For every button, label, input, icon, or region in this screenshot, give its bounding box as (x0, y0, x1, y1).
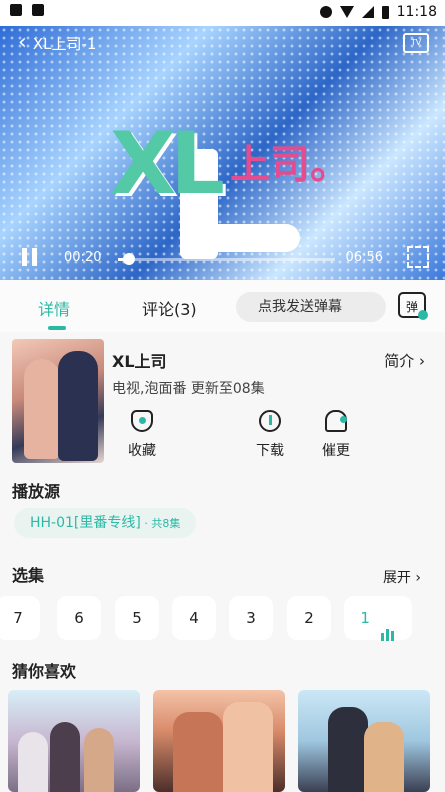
danmu-input[interactable]: 点我发送弹幕 (236, 292, 386, 322)
status-time: 11:18 (396, 4, 437, 20)
anime-info: XL上司 电视,泡面番 更新至08集 简介 › 收藏 下载 催更 (0, 332, 445, 472)
episode-2[interactable]: 2 (287, 596, 331, 640)
tab-indicator (48, 326, 66, 330)
episode-5[interactable]: 5 (115, 596, 159, 640)
rec3-figure-b (364, 722, 404, 792)
player-top-bar: ‹ XL上司-1 (0, 26, 445, 60)
tab-comments[interactable]: 评论(3) (142, 296, 197, 320)
danmu-toggle-button[interactable]: 弹 (398, 292, 428, 320)
rec3-figure-a (328, 707, 368, 792)
source-label: HH-01[里番专线] (30, 515, 141, 531)
danmu-label: 弹 (405, 300, 418, 314)
recommend-item[interactable] (298, 690, 430, 792)
duration: 06:56 (345, 250, 383, 265)
urge-update-button[interactable]: 催更 (314, 410, 358, 460)
rec2-figure-b (223, 702, 273, 792)
favorite-button[interactable]: 收藏 (120, 410, 164, 460)
progress-bar[interactable] (118, 253, 335, 265)
rec1-figure-b (50, 722, 80, 792)
status-bar: 11:18 (0, 0, 445, 26)
anime-logo: XL 上司。 (110, 104, 370, 259)
tab-bar: 详情 评论(3) 点我发送弹幕 弹 (0, 280, 445, 332)
pause-icon[interactable] (22, 248, 38, 266)
rec1-figure-c (84, 728, 114, 792)
fullscreen-icon[interactable] (407, 246, 429, 268)
image-notification-icon (10, 4, 22, 16)
episode-4[interactable]: 4 (172, 596, 216, 640)
bell-icon (325, 410, 347, 432)
episode-3[interactable]: 3 (229, 596, 273, 640)
wifi-icon (339, 6, 354, 18)
current-time: 00:20 (64, 250, 102, 265)
danmu-on-icon (418, 310, 428, 320)
source-section-title: 播放源 (12, 482, 61, 501)
playing-icon (380, 597, 396, 641)
cover-figure-man (58, 351, 98, 461)
episode-1[interactable]: 1 (344, 596, 412, 641)
favorite-label: 收藏 (128, 443, 156, 459)
source-count: · 共8集 (140, 517, 181, 530)
download-icon (259, 410, 281, 432)
back-icon[interactable]: ‹ (18, 32, 27, 54)
recommend-section-title: 猜你喜欢 (12, 662, 77, 681)
recommend-list (0, 690, 445, 792)
anime-meta: 电视,泡面番 更新至08集 (112, 381, 265, 397)
intro-button[interactable]: 简介 › (384, 350, 425, 371)
episode-1-label: 1 (360, 609, 370, 627)
cast-tv-icon[interactable]: TV (403, 33, 429, 53)
player-controls: 00:20 06:56 (0, 234, 445, 280)
urge-label: 催更 (322, 443, 350, 459)
battery-icon (381, 5, 389, 19)
video-player[interactable]: XL 上司。 ‹ XL上司-1 TV 00:20 06:56 (0, 26, 445, 280)
episode-6[interactable]: 6 (57, 596, 101, 640)
signal-icon (361, 6, 374, 18)
anime-cover[interactable] (12, 339, 104, 463)
download-label: 下载 (256, 443, 284, 459)
source-chip[interactable]: HH-01[里番专线] · 共8集 (14, 508, 196, 538)
episode-7[interactable]: 7 (0, 596, 40, 640)
recommend-item[interactable] (8, 690, 140, 792)
episode-section-title: 选集 (12, 566, 45, 585)
expand-button[interactable]: 展开 › (383, 567, 421, 587)
heart-icon (131, 410, 153, 432)
app-notification-icon (32, 4, 44, 16)
recommend-item[interactable] (153, 690, 285, 792)
download-button[interactable]: 下载 (248, 410, 292, 460)
dnd-icon (319, 6, 332, 18)
logo-shangsi: 上司。 (230, 142, 350, 188)
player-title: XL上司-1 (32, 34, 97, 53)
anime-title: XL上司 (112, 352, 167, 371)
progress-knob[interactable] (122, 253, 135, 265)
tab-details[interactable]: 详情 (38, 296, 70, 320)
rec2-figure-a (173, 712, 223, 792)
rec1-figure-a (18, 732, 48, 792)
cover-figure-woman (24, 359, 60, 459)
logo-xl: XL (110, 114, 225, 214)
